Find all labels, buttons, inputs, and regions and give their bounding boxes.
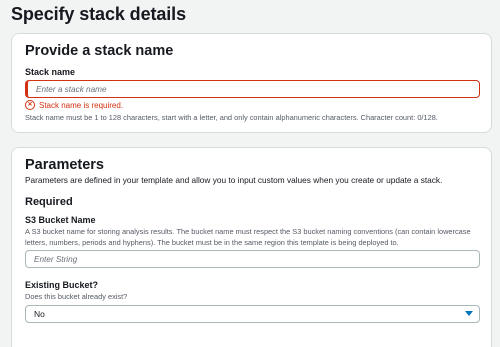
s3-bucket-label: S3 Bucket Name — [25, 215, 96, 225]
required-heading: Required — [25, 196, 73, 208]
s3-bucket-input[interactable] — [25, 250, 480, 268]
stack-name-error: ✕ Stack name is required. — [25, 100, 123, 110]
stack-name-heading: Provide a stack name — [25, 43, 174, 59]
stack-name-input[interactable] — [25, 80, 480, 98]
error-circle-icon: ✕ — [25, 100, 35, 110]
existing-bucket-selected: No — [34, 309, 45, 319]
stack-name-panel: Provide a stack name Stack name ✕ Stack … — [11, 33, 492, 133]
parameters-panel: Parameters Parameters are defined in you… — [11, 147, 492, 347]
caret-down-icon — [465, 311, 473, 316]
existing-bucket-select[interactable]: No — [25, 305, 480, 323]
stack-name-label: Stack name — [25, 67, 76, 77]
stack-name-error-text: Stack name is required. — [39, 100, 124, 110]
parameters-heading: Parameters — [25, 157, 104, 173]
existing-bucket-description: Does this bucket already exist? — [25, 292, 128, 301]
parameters-description: Parameters are defined in your template … — [25, 175, 443, 185]
existing-bucket-label: Existing Bucket? — [25, 280, 99, 290]
stack-name-hint: Stack name must be 1 to 128 characters, … — [25, 113, 438, 122]
s3-bucket-description: A S3 bucket name for storing analysis re… — [25, 227, 471, 247]
page-title: Specify stack details — [11, 4, 186, 24]
